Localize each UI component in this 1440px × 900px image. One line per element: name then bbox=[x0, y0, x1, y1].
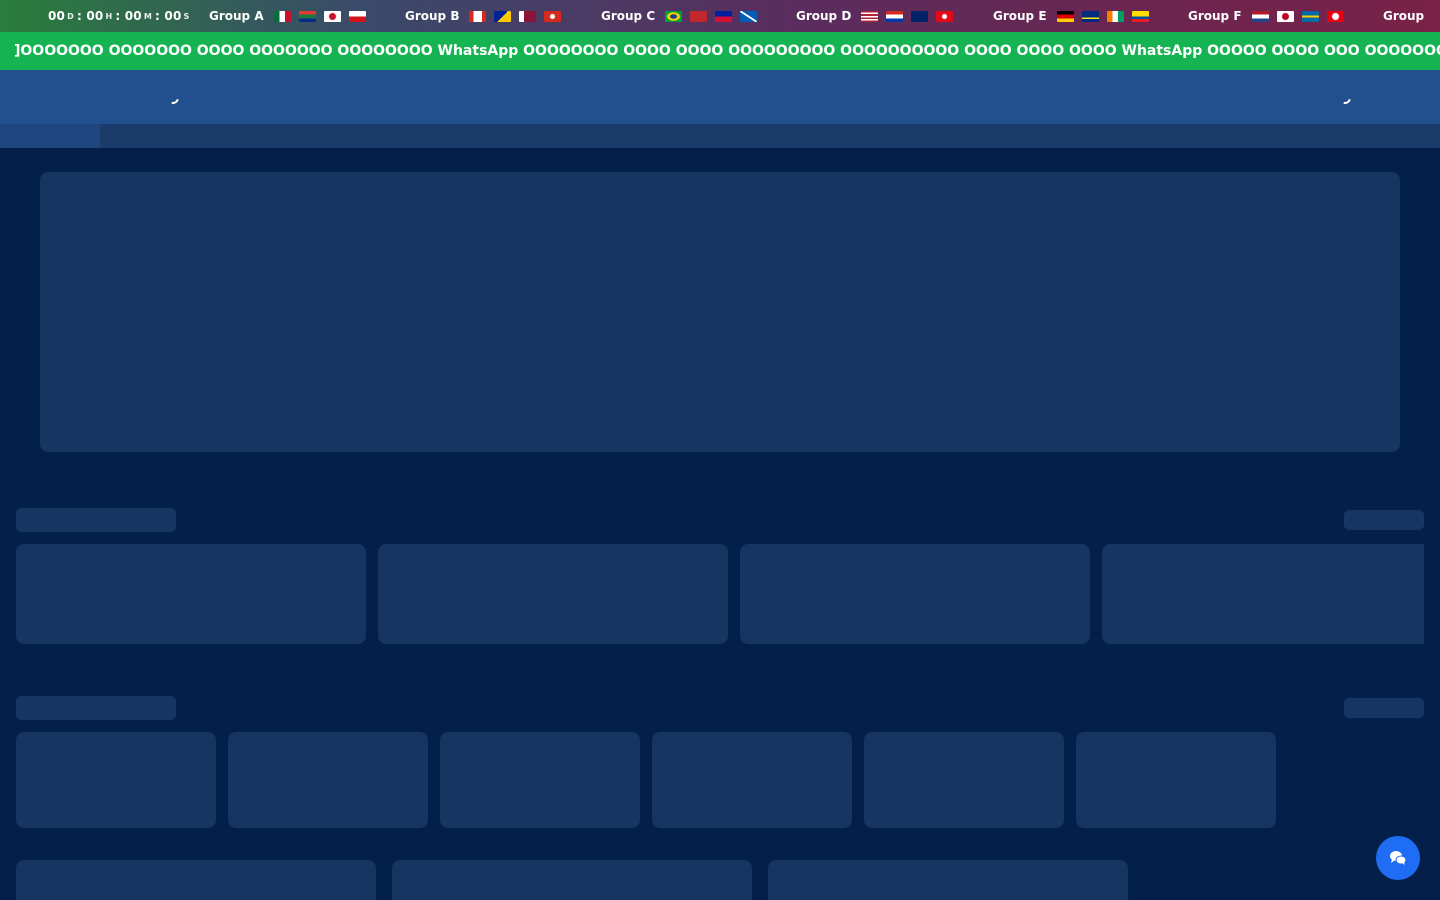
card-skeleton bbox=[768, 860, 1128, 900]
switzerland-flag bbox=[544, 10, 562, 22]
section-more-link-skeleton[interactable] bbox=[1344, 510, 1424, 530]
card-skeleton bbox=[378, 544, 728, 644]
group-a[interactable]: Group A bbox=[209, 0, 374, 32]
south-africa-flag bbox=[298, 10, 316, 22]
site-header bbox=[0, 70, 1440, 124]
section-more-link-skeleton[interactable] bbox=[1344, 698, 1424, 718]
tile-skeleton bbox=[16, 732, 216, 828]
south-korea-flag bbox=[323, 10, 341, 22]
hero-banner-skeleton bbox=[40, 172, 1400, 452]
loading-spinner-icon bbox=[1336, 89, 1354, 107]
ecuador-flag bbox=[1131, 10, 1149, 22]
scotland-flag bbox=[740, 10, 758, 22]
group-d[interactable]: Group D bbox=[796, 0, 961, 32]
card-skeleton bbox=[1102, 544, 1424, 644]
usa-flag bbox=[861, 10, 879, 22]
tile-skeleton bbox=[864, 732, 1064, 828]
haiti-flag bbox=[715, 10, 733, 22]
countdown-seconds: 00 bbox=[164, 9, 182, 23]
subnav-active-tab-placeholder[interactable] bbox=[0, 124, 100, 148]
morocco-flag bbox=[690, 10, 708, 22]
germany-flag bbox=[1056, 10, 1074, 22]
tunisia-flag bbox=[1326, 10, 1344, 22]
card-skeleton bbox=[16, 544, 366, 644]
qatar-flag bbox=[519, 10, 537, 22]
canada-flag bbox=[469, 10, 487, 22]
australia-flag bbox=[911, 10, 929, 22]
countdown-hours: 00 bbox=[86, 9, 104, 23]
group-e[interactable]: Group E bbox=[993, 0, 1157, 32]
loading-spinner-icon bbox=[164, 89, 182, 107]
tile-skeleton bbox=[1076, 732, 1276, 828]
tile-skeleton bbox=[228, 732, 428, 828]
section-title-skeleton bbox=[16, 508, 176, 532]
announcement-marquee: ]ΟΟΟΟΟΟΟ ΟΟΟΟΟΟΟ ΟΟΟΟ ΟΟΟΟΟΟΟ ΟΟΟΟΟΟΟΟ W… bbox=[0, 32, 1440, 70]
group-g[interactable]: Group bbox=[1383, 0, 1434, 32]
marquee-text: ]ΟΟΟΟΟΟΟ ΟΟΟΟΟΟΟ ΟΟΟΟ ΟΟΟΟΟΟΟ ΟΟΟΟΟΟΟΟ W… bbox=[14, 43, 1440, 59]
turkey-flag bbox=[936, 10, 954, 22]
paraguay-flag bbox=[886, 10, 904, 22]
countdown-days: 00 bbox=[48, 9, 66, 23]
section-title-skeleton bbox=[16, 696, 176, 720]
mexico-flag bbox=[273, 10, 291, 22]
sweden-flag bbox=[1301, 10, 1319, 22]
card-skeleton bbox=[392, 860, 752, 900]
curacao-flag bbox=[1081, 10, 1099, 22]
card-skeleton bbox=[740, 544, 1090, 644]
netherlands-flag bbox=[1251, 10, 1269, 22]
tile-skeleton bbox=[652, 732, 852, 828]
countdown-minutes: 00 bbox=[124, 9, 142, 23]
brazil-flag bbox=[665, 10, 683, 22]
tile-skeleton bbox=[440, 732, 640, 828]
chat-bubbles-icon bbox=[1390, 851, 1407, 865]
japan-flag bbox=[1276, 10, 1294, 22]
countdown-timer: 00 D: 00 H: 00 M: 00 S bbox=[48, 9, 190, 23]
sub-navigation bbox=[0, 124, 1440, 148]
ivory-coast-flag bbox=[1106, 10, 1124, 22]
group-c[interactable]: Group C bbox=[601, 0, 765, 32]
czech-flag bbox=[348, 10, 366, 22]
bosnia-flag bbox=[494, 10, 512, 22]
group-ticker-bar: 00 D: 00 H: 00 M: 00 S Group A Group B Group… bbox=[0, 0, 1440, 32]
chat-support-button[interactable] bbox=[1376, 836, 1420, 880]
card-skeleton bbox=[16, 860, 376, 900]
group-f[interactable]: Group F bbox=[1188, 0, 1352, 32]
group-b[interactable]: Group B bbox=[405, 0, 569, 32]
